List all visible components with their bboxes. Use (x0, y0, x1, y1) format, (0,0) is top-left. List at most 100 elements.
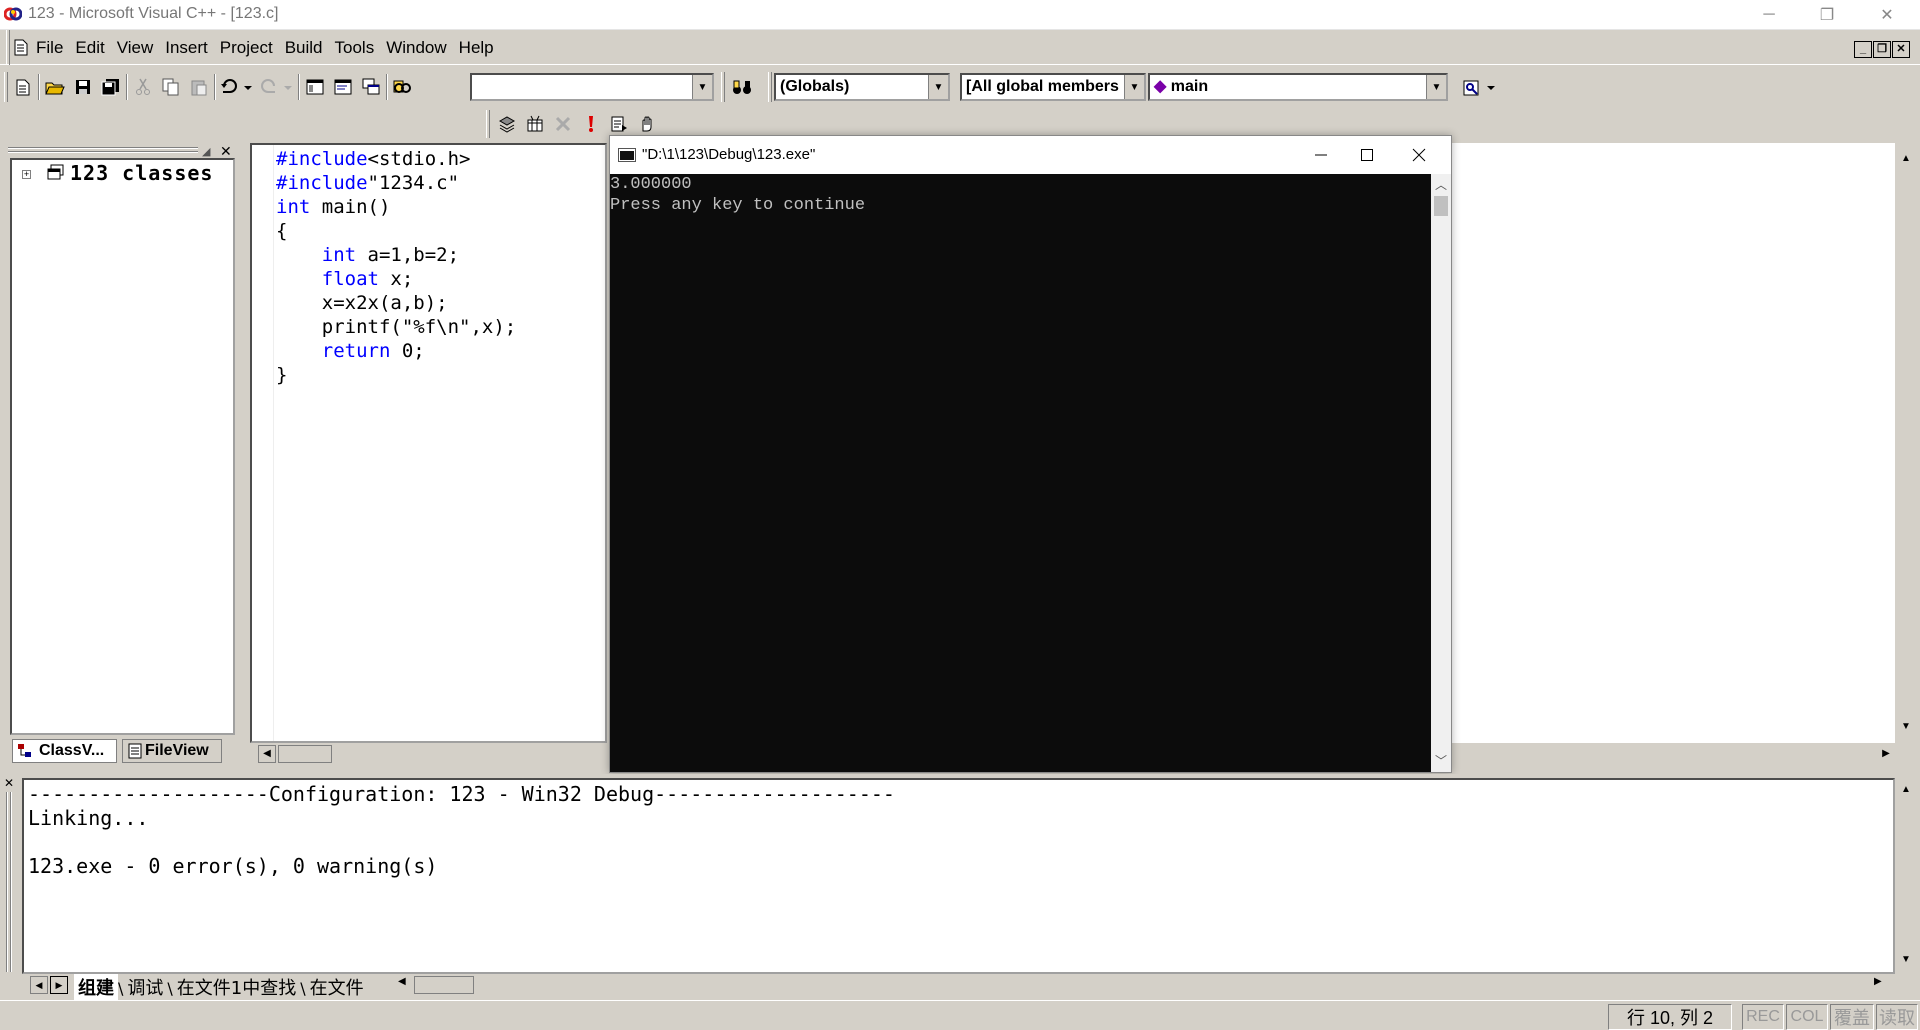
scroll-up-icon[interactable]: ▲ (1895, 784, 1917, 795)
console-close-button[interactable] (1390, 136, 1448, 174)
find-combo[interactable]: ▼ (470, 73, 714, 101)
menu-edit[interactable]: Edit (69, 30, 110, 65)
menu-help[interactable]: Help (453, 30, 500, 65)
go-button[interactable] (606, 111, 632, 137)
scroll-down-icon[interactable]: ▼ (1895, 954, 1917, 965)
menubar-gripper[interactable] (6, 30, 10, 65)
console-maximize-button[interactable] (1344, 136, 1390, 174)
function-combo[interactable]: ◆ main ▼ (1148, 73, 1448, 101)
redo-button[interactable] (258, 74, 296, 100)
scroll-left-icon[interactable]: ◀ (398, 976, 406, 987)
editor-right-area[interactable] (1452, 143, 1895, 743)
wizard-action-button[interactable] (1462, 75, 1500, 101)
editor-margin[interactable] (252, 145, 274, 741)
toolbar-gripper[interactable] (4, 72, 8, 102)
code-line[interactable]: printf("%f\n",x); (276, 315, 516, 339)
stop-build-button[interactable] (550, 111, 576, 137)
window-list-button[interactable] (358, 74, 384, 100)
menu-build[interactable]: Build (279, 30, 329, 65)
scroll-up-icon[interactable]: ▲ (1895, 153, 1917, 164)
scope-combo[interactable]: (Globals) ▼ (774, 73, 950, 101)
copy-button[interactable] (158, 74, 184, 100)
toolbar-gripper[interactable] (721, 72, 725, 102)
chevron-up-icon[interactable]: ︿ (1431, 176, 1451, 193)
console-title-bar[interactable]: "D:\1\123\Debug\123.exe" (610, 136, 1451, 174)
mdi-close-button[interactable]: ✕ (1892, 41, 1910, 58)
tab-scroll-right-icon[interactable]: ▶ (50, 976, 68, 994)
panel-gripper[interactable] (8, 147, 198, 149)
scroll-thumb[interactable] (414, 976, 474, 994)
code-line[interactable]: int a=1,b=2; (276, 243, 459, 267)
save-all-button[interactable] (98, 74, 124, 100)
code-line[interactable]: } (276, 363, 287, 387)
minimize-button[interactable]: ─ (1740, 0, 1798, 30)
chevron-down-icon[interactable]: ▼ (1124, 75, 1144, 99)
cut-button[interactable] (130, 74, 156, 100)
mdi-restore-button[interactable]: ❐ (1873, 41, 1891, 58)
scroll-right-icon[interactable]: ▶ (1877, 745, 1895, 763)
editor-vertical-scrollbar[interactable]: ▲ ▼ (1895, 143, 1917, 743)
class-tree[interactable]: + 123 classes (10, 158, 235, 735)
build-button[interactable] (522, 111, 548, 137)
panel-gripper[interactable] (8, 151, 198, 153)
search-button[interactable] (729, 75, 755, 101)
tab-fileview[interactable]: FileView (122, 739, 222, 763)
chevron-down-icon[interactable]: ▼ (928, 75, 948, 99)
output-tab-build[interactable]: 组建 (74, 974, 118, 1000)
code-line[interactable]: int main() (276, 195, 390, 219)
restore-button[interactable]: ❐ (1798, 0, 1856, 30)
panel-gripper[interactable] (10, 792, 12, 972)
tab-classview[interactable]: ClassV... (12, 739, 117, 763)
panel-maximize-icon[interactable]: ◢ (202, 145, 210, 158)
chevron-down-icon[interactable]: ▼ (692, 75, 712, 99)
code-line[interactable]: x=x2x(a,b); (276, 291, 448, 315)
menu-view[interactable]: View (111, 30, 160, 65)
code-line[interactable]: #include<stdio.h> (276, 147, 470, 171)
menu-insert[interactable]: Insert (159, 30, 214, 65)
execute-button[interactable] (578, 111, 604, 137)
code-editor[interactable]: #include<stdio.h> #include"1234.c" int m… (250, 143, 607, 743)
console-scroll-thumb[interactable] (1434, 196, 1448, 216)
tab-scroll-left-icon[interactable]: ◀ (30, 976, 48, 994)
console-window[interactable]: "D:\1\123\Debug\123.exe" 3.000000 Press … (609, 135, 1452, 773)
chevron-down-icon[interactable]: ﹀ (1431, 752, 1451, 769)
compile-button[interactable] (494, 111, 520, 137)
menu-tools[interactable]: Tools (329, 30, 381, 65)
new-file-button[interactable] (10, 74, 36, 100)
output-button[interactable] (330, 74, 356, 100)
toolbar-gripper[interactable] (486, 110, 490, 138)
breakpoint-button[interactable] (634, 111, 660, 137)
toolbar-gripper[interactable] (768, 72, 772, 102)
mdi-minimize-button[interactable]: _ (1854, 41, 1872, 58)
tree-expand-icon[interactable]: + (22, 170, 31, 179)
console-output[interactable]: 3.000000 Press any key to continue (610, 174, 1431, 772)
code-line[interactable]: return 0; (276, 339, 425, 363)
code-line[interactable]: { (276, 219, 287, 243)
tree-root-label[interactable]: 123 classes (70, 161, 213, 185)
save-button[interactable] (70, 74, 96, 100)
code-line[interactable]: #include"1234.c" (276, 171, 459, 195)
menu-project[interactable]: Project (214, 30, 279, 65)
open-button[interactable] (42, 74, 68, 100)
scroll-right-icon[interactable]: ▶ (1874, 976, 1882, 987)
chevron-down-icon[interactable]: ▼ (1426, 75, 1446, 99)
find-in-files-button[interactable] (390, 74, 416, 100)
menu-window[interactable]: Window (380, 30, 452, 65)
output-tab-debug[interactable]: 调试 (123, 974, 167, 1000)
menu-file[interactable]: File (30, 30, 69, 65)
scroll-left-icon[interactable]: ◀ (258, 745, 276, 763)
members-combo[interactable]: [All global members ▼ (960, 73, 1146, 101)
console-scrollbar[interactable]: ︿ ﹀ (1431, 174, 1451, 772)
scroll-down-icon[interactable]: ▼ (1895, 721, 1917, 732)
build-output[interactable]: --------------------Configuration: 123 -… (22, 778, 1895, 974)
output-close-icon[interactable]: ✕ (4, 776, 14, 790)
code-line[interactable]: float x; (276, 267, 414, 291)
output-tab-find1[interactable]: 在文件1中查找 (173, 974, 300, 1000)
paste-button[interactable] (186, 74, 212, 100)
undo-button[interactable] (218, 74, 256, 100)
output-vertical-scrollbar[interactable]: ▲ ▼ (1895, 778, 1917, 974)
panel-gripper[interactable] (6, 792, 8, 972)
close-button[interactable]: ✕ (1858, 0, 1916, 30)
workspace-button[interactable] (302, 74, 328, 100)
console-minimize-button[interactable] (1298, 136, 1344, 174)
